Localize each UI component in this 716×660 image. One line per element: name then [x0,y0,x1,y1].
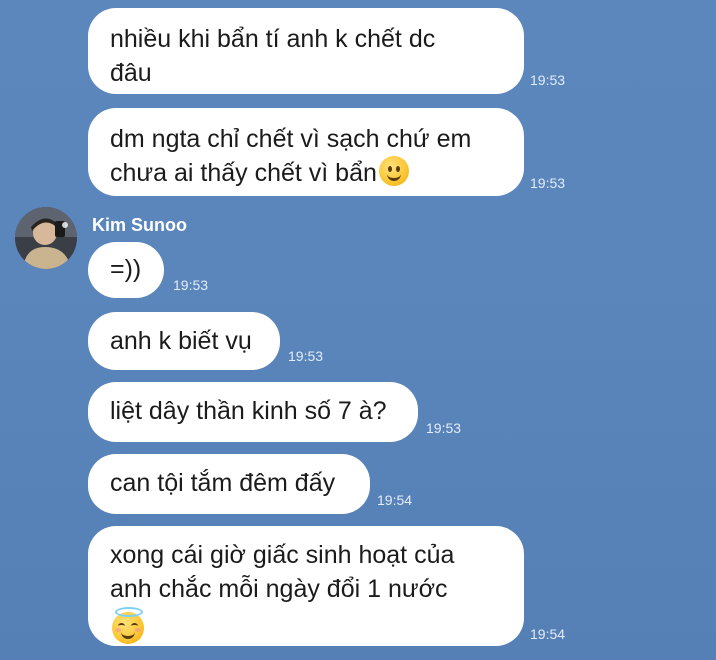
message-bubble[interactable]: =)) [88,242,164,298]
message-timestamp: 19:53 [173,277,209,293]
message-text-line: anh k biết vụ [110,327,252,355]
message-text-line: dm ngta chỉ chết vì sạch chứ em [110,125,472,153]
message-timestamp: 19:54 [377,492,413,508]
slightly-smiling-face-icon [378,156,409,186]
message-bubble[interactable]: dm ngta chỉ chết vì sạch chứ em chưa ai … [88,108,524,196]
message-timestamp: 19:53 [530,175,566,191]
message-bubble[interactable]: can tội tắm đêm đấy [88,454,370,514]
sender-name: Kim Sunoo [92,215,187,235]
message-timestamp: 19:54 [530,626,566,642]
message-text-line: đâu [110,59,152,87]
message-text-line: liệt dây thần kinh số 7 à? [110,397,387,425]
avatar[interactable] [15,207,77,269]
message-text-line: xong cái giờ giấc sinh hoạt của [110,541,455,569]
message-bubble[interactable]: anh k biết vụ [88,312,280,370]
message-text-line: nhiều khi bẩn tí anh k chết dc [110,25,436,53]
message-text-line: =)) [110,255,142,283]
message-text-line: can tội tắm đêm đấy [110,469,336,497]
message-bubble[interactable]: liệt dây thần kinh số 7 à? [88,382,418,442]
message-timestamp: 19:53 [530,72,566,88]
message-timestamp: 19:53 [426,420,462,436]
message-bubble[interactable]: nhiều khi bẩn tí anh k chết dc đâu [88,8,524,94]
message-text-line: anh chắc mỗi ngày đổi 1 nước [110,575,448,603]
message-timestamp: 19:53 [288,348,324,364]
message-text-line: chưa ai thấy chết vì bẩn [110,159,377,187]
smiling-face-with-halo-icon [112,607,144,644]
message-bubble[interactable]: xong cái giờ giấc sinh hoạt của anh chắc… [88,526,524,646]
